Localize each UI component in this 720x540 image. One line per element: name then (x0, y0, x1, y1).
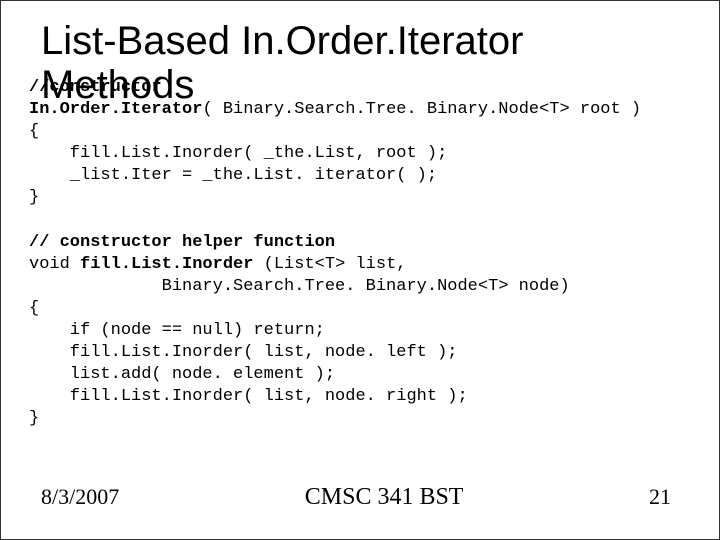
footer-date: 8/3/2007 (41, 484, 119, 510)
footer: 8/3/2007 CMSC 341 BST 21 (1, 484, 719, 511)
footer-course: CMSC 341 BST (119, 484, 649, 511)
code-line: } (29, 188, 39, 207)
code-line: //constructor (29, 78, 162, 97)
code-line: fill.List.Inorder( list, node. left ); (29, 343, 457, 362)
code-line: ( Binary.Search.Tree. Binary.Node<T> roo… (202, 100, 641, 119)
code-line: Binary.Search.Tree. Binary.Node<T> node) (29, 277, 570, 296)
slide: List-Based In.Order.Iterator Methods //c… (0, 0, 720, 540)
code-line: // constructor helper function (29, 233, 335, 252)
code-line: { (29, 299, 39, 318)
code-line: fill.List.Inorder( _the.List, root ); (29, 144, 447, 163)
code-line: In.Order.Iterator (29, 100, 202, 119)
code-line: list.add( node. element ); (29, 365, 335, 384)
code-line: { (29, 122, 39, 141)
code-line: fill.List.Inorder (80, 255, 253, 274)
code-line: if (node == null) return; (29, 321, 325, 340)
code-line: fill.List.Inorder( list, node. right ); (29, 387, 468, 406)
footer-page: 21 (649, 484, 671, 510)
code-block: //constructor In.Order.Iterator( Binary.… (29, 77, 699, 431)
code-line: (List<T> list, (253, 255, 406, 274)
code-line: } (29, 409, 39, 428)
code-line: void (29, 255, 80, 274)
code-line: _list.Iter = _the.List. iterator( ); (29, 166, 437, 185)
